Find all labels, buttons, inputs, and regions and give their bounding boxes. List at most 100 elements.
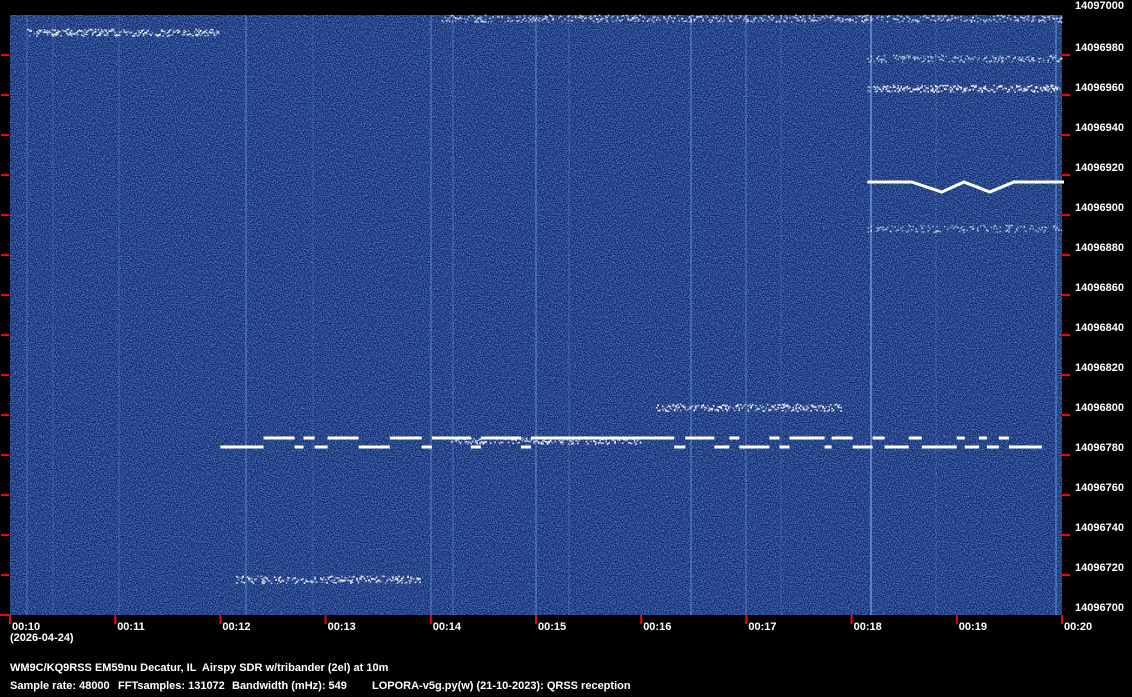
signal-pixel <box>1005 58 1007 60</box>
signal-pixel <box>621 15 623 17</box>
signal-pixel <box>982 224 985 227</box>
signal-pixel <box>1030 84 1033 87</box>
signal-pixel <box>1018 59 1021 62</box>
signal-pixel <box>477 439 480 442</box>
signal-pixel <box>931 56 934 59</box>
signal-pixel <box>909 55 911 58</box>
signal-pixel <box>867 19 869 21</box>
signal-pixel <box>919 57 922 59</box>
signal-pixel <box>67 28 70 31</box>
signal-pixel <box>760 17 763 19</box>
signal-pixel <box>198 31 200 34</box>
signal-pixel <box>532 16 535 19</box>
signal-pixel <box>601 17 604 20</box>
signal-pixel <box>237 577 240 579</box>
signal-pixel <box>970 19 973 22</box>
signal-pixel <box>793 409 796 412</box>
signal-pixel <box>942 85 944 87</box>
signal-pixel <box>404 582 406 584</box>
signal-pixel <box>1009 224 1012 227</box>
signal-pixel <box>533 442 535 444</box>
signal-pixel <box>266 577 268 580</box>
signal-pixel <box>654 15 656 18</box>
signal-pixel <box>1014 231 1016 233</box>
signal-pixel <box>296 581 298 583</box>
signal-pixel <box>996 61 998 63</box>
signal-pixel <box>784 15 787 17</box>
signal-pixel <box>870 16 872 19</box>
signal-pixel <box>922 15 925 18</box>
signal-pixel <box>531 21 533 23</box>
signal-pixel <box>604 15 607 18</box>
freq-tick-left <box>1 134 9 136</box>
signal-pixel <box>46 30 49 32</box>
signal-pixel <box>922 60 925 62</box>
signal-pixel <box>795 14 797 17</box>
signal-pixel <box>768 16 770 19</box>
signal-pixel <box>547 21 550 23</box>
signal-pixel <box>943 15 946 18</box>
signal-pixel <box>636 17 638 19</box>
signal-pixel <box>448 20 451 23</box>
signal-pixel <box>327 578 330 580</box>
signal-pixel <box>786 405 788 408</box>
signal-pixel <box>208 31 211 33</box>
signal-pixel <box>612 15 614 18</box>
signal-pixel <box>518 441 520 444</box>
signal-pixel <box>598 14 601 17</box>
signal-pixel <box>954 16 956 19</box>
signal-pixel <box>288 577 291 579</box>
signal-pixel <box>942 18 944 21</box>
signal-pixel <box>972 16 974 19</box>
signal-pixel <box>1032 58 1034 60</box>
signal-pixel <box>544 17 547 20</box>
signal-pixel <box>666 406 668 408</box>
signal-pixel <box>590 440 592 443</box>
signal-pixel <box>810 19 812 22</box>
signal-pixel <box>1008 225 1010 228</box>
signal-pixel <box>688 408 691 410</box>
signal-pixel <box>666 410 668 412</box>
signal-pixel <box>521 439 523 442</box>
signal-pixel <box>199 30 202 32</box>
signal-pixel <box>705 15 707 17</box>
signal-pixel <box>702 19 704 22</box>
signal-pixel <box>43 31 46 33</box>
signal-pixel <box>960 16 962 18</box>
signal-pixel <box>885 88 887 91</box>
signal-pixel <box>897 90 899 93</box>
signal-pixel <box>813 20 815 22</box>
signal-pixel <box>1048 55 1051 58</box>
signal-pixel <box>712 405 715 407</box>
signal-pixel <box>648 18 650 20</box>
signal-pixel <box>399 579 402 582</box>
signal-pixel <box>166 35 169 37</box>
signal-pixel <box>847 19 850 21</box>
signal-pixel <box>919 225 922 227</box>
signal-pixel <box>729 406 731 408</box>
signal-pixel <box>529 19 532 21</box>
signal-pixel <box>142 33 145 35</box>
signal-pixel <box>963 231 965 233</box>
signal-pixel <box>684 406 686 409</box>
signal-pixel <box>311 581 313 584</box>
signal-pixel <box>900 86 902 89</box>
signal-pixel <box>993 84 995 87</box>
signal-pixel <box>79 30 82 32</box>
freq-tick-label: 14096820 <box>1075 362 1124 374</box>
signal-pixel <box>237 579 240 581</box>
signal-pixel <box>957 88 959 91</box>
signal-pixel <box>629 442 631 444</box>
signal-pixel <box>211 31 214 33</box>
signal-pixel <box>49 31 52 34</box>
signal-pixel <box>458 441 460 443</box>
signal-pixel <box>372 578 375 580</box>
signal-pixel <box>964 87 967 90</box>
signal-pixel <box>960 86 962 89</box>
signal-pixel <box>951 88 953 90</box>
signal-pixel <box>972 88 974 91</box>
signal-pixel <box>558 17 560 19</box>
signal-pixel <box>702 404 704 406</box>
signal-pixel <box>1039 87 1042 89</box>
signal-pixel <box>251 580 253 583</box>
